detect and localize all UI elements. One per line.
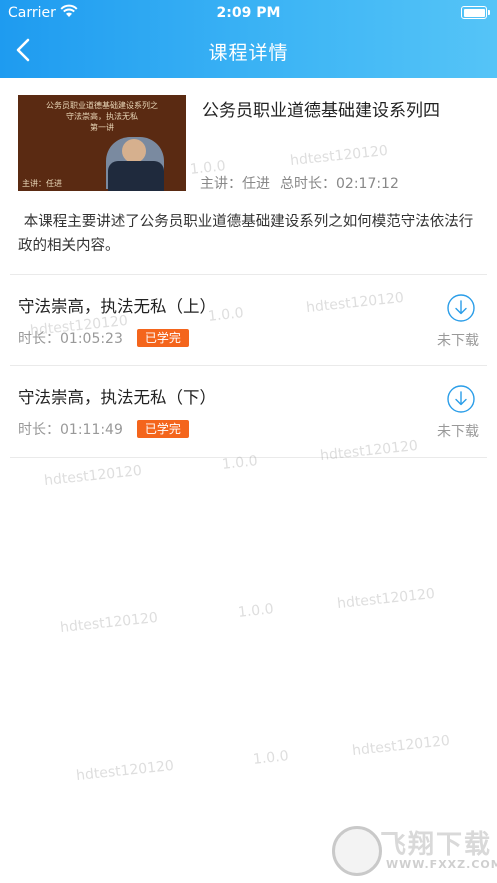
logo-mark <box>332 826 382 876</box>
download-icon[interactable] <box>446 384 476 414</box>
status-badge: 已学完 <box>136 329 189 347</box>
thumbnail-speaker-head <box>122 139 146 163</box>
thumbnail-caption-line4: 主讲：任进 <box>22 179 62 188</box>
watermark-user: hdtest120120 <box>59 609 159 637</box>
status-bar: Carrier 2:09 PM <box>0 0 497 26</box>
thumbnail-caption-line3: 第一讲 <box>90 123 114 132</box>
course-description: 本课程主要讲述了公务员职业道德基础建设系列之如何模范守法依法行政的相关内容。 <box>18 214 474 254</box>
lesson-row[interactable]: 守法崇高，执法无私（下） 时长：01:11:49 已学完 未下载 <box>0 366 497 456</box>
watermark-user: hdtest120120 <box>336 585 436 613</box>
status-badge: 已学完 <box>136 420 189 438</box>
watermark-version: 1.0.0 <box>252 748 290 768</box>
thumbnail-caption-line1: 公务员职业道德基础建设系列之 <box>46 101 158 110</box>
course-lecturer: 主讲：任进 <box>200 176 270 192</box>
watermark-user: hdtest120120 <box>43 462 143 490</box>
app-header: Carrier 2:09 PM 课程详情 <box>0 0 497 78</box>
thumbnail-speaker-suit <box>108 161 164 191</box>
lesson-title: 守法崇高，执法无私（下） <box>18 388 216 407</box>
course-title: 公务员职业道德基础建设系列四 <box>202 101 440 121</box>
page-title: 课程详情 <box>208 42 289 64</box>
watermark-user: hdtest120120 <box>75 757 175 785</box>
course-meta: 主讲：任进 总时长：02:17:12 <box>200 173 409 193</box>
watermark-version: 1.0.0 <box>221 453 259 473</box>
download-status-label[interactable]: 未下载 <box>437 330 479 350</box>
download-status-label[interactable]: 未下载 <box>437 421 479 441</box>
watermark-user: hdtest120120 <box>351 732 451 760</box>
lesson-meta: 时长：01:11:49 已学完 <box>18 419 189 439</box>
site-logo: 飞翔下载 WWW.FXXZ.COM <box>330 822 497 878</box>
logo-name: 飞翔下载 <box>380 830 493 860</box>
watermark-user: hdtest120120 <box>289 142 389 170</box>
watermark-version: 1.0.0 <box>237 601 275 621</box>
battery-icon <box>461 6 490 19</box>
course-thumbnail[interactable]: 公务员职业道德基础建设系列之 守法崇高，执法无私 第一讲 主讲：任进 <box>18 95 186 191</box>
lesson-duration: 时长：01:11:49 <box>18 422 123 438</box>
thumbnail-caption-line2: 守法崇高，执法无私 <box>66 112 138 121</box>
clock: 2:09 PM <box>216 5 281 21</box>
download-icon[interactable] <box>446 293 476 323</box>
course-total-duration: 总时长：02:17:12 <box>280 176 399 192</box>
logo-url: WWW.FXXZ.COM <box>386 858 497 871</box>
